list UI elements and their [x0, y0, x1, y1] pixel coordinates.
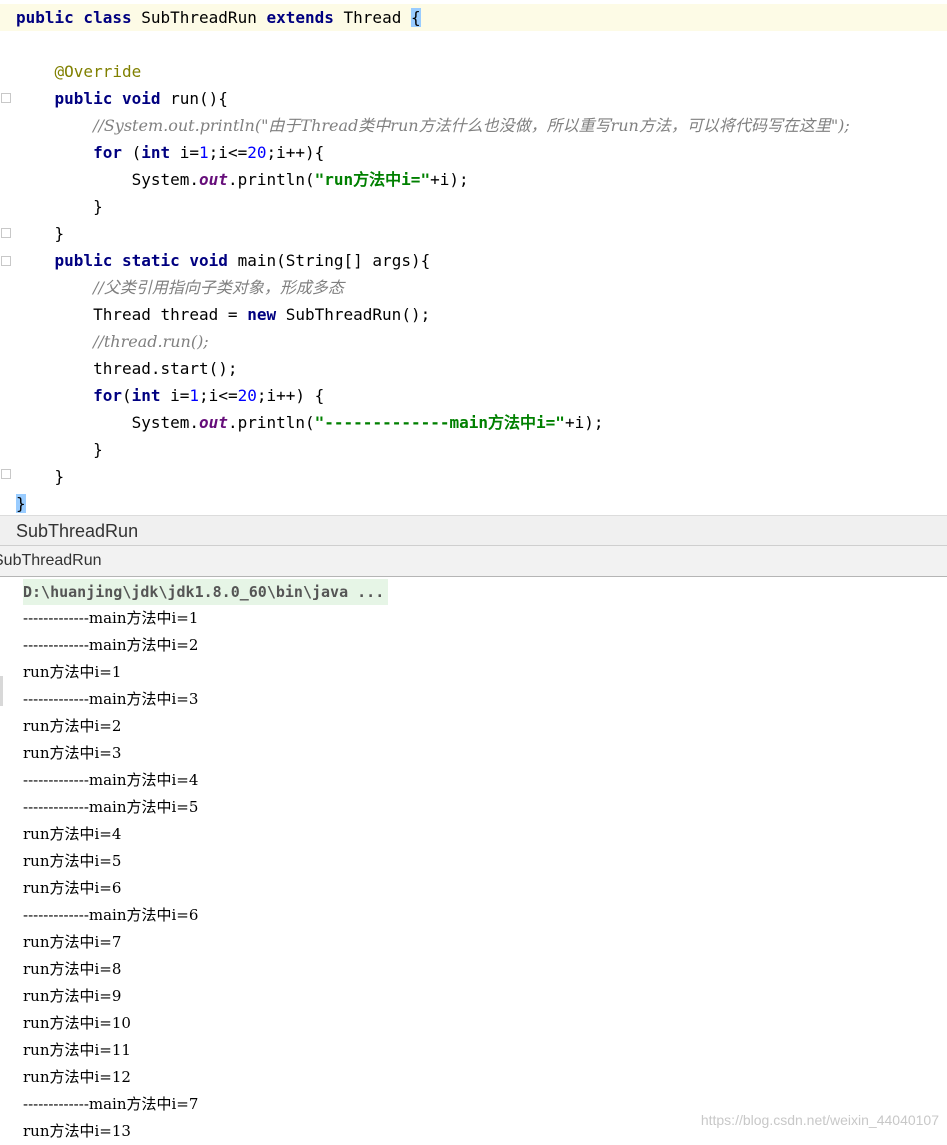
code-lines[interactable]: public class SubThreadRun extends Thread… [0, 4, 947, 517]
console-output-line: run方法中i=10 [23, 1014, 131, 1032]
code-line: //System.out.println("由于Thread类中run方法什么也… [93, 116, 850, 135]
code-line: //thread.run(); [93, 332, 209, 351]
console-output-line: run方法中i=2 [23, 717, 122, 735]
run-tab-label: SubThreadRun [0, 552, 102, 569]
code-line: public void run(){ [54, 89, 228, 108]
code-line: for(int i=1;i<=20;i++) { [93, 386, 325, 405]
editor-gutter [0, 0, 14, 515]
console-output-line: -------------main方法中i=6 [23, 906, 199, 924]
console-output-line: -------------main方法中i=3 [23, 690, 199, 708]
console-marker [0, 676, 3, 706]
run-console[interactable]: D:\huanjing\jdk\jdk1.8.0_60\bin\java ...… [0, 577, 947, 1140]
class-name: SubThreadRun [141, 8, 267, 27]
editor-breadcrumb-tab[interactable]: SubThreadRun [0, 515, 947, 545]
console-output-line: -------------main方法中i=2 [23, 636, 199, 654]
code-line: } [16, 467, 65, 486]
console-command-line: D:\huanjing\jdk\jdk1.8.0_60\bin\java ... [23, 579, 389, 605]
run-tab[interactable]: SubThreadRun [0, 545, 947, 577]
console-output-line: run方法中i=4 [23, 825, 122, 843]
console-output-line: run方法中i=8 [23, 960, 122, 978]
code-line: } [16, 440, 103, 459]
console-output-line: run方法中i=6 [23, 879, 122, 897]
code-line: thread.start(); [16, 359, 238, 378]
console-output-line: -------------main方法中i=7 [23, 1095, 199, 1113]
code-line: for (int i=1;i<=20;i++){ [93, 143, 325, 162]
code-line: public static void main(String[] args){ [54, 251, 431, 270]
fold-toggle-icon[interactable] [1, 469, 11, 479]
console-output-line: run方法中i=5 [23, 852, 122, 870]
console-output-line: run方法中i=1 [23, 663, 122, 681]
code-line: } [16, 224, 65, 243]
watermark: https://blog.csdn.net/weixin_44040107 [700, 1112, 939, 1128]
console-output-line: run方法中i=11 [23, 1041, 131, 1059]
console-output-line: -------------main方法中i=4 [23, 771, 199, 789]
console-output-line: run方法中i=7 [23, 933, 122, 951]
code-line: } [16, 197, 103, 216]
fold-toggle-icon[interactable] [1, 228, 11, 238]
console-output-line: run方法中i=12 [23, 1068, 131, 1086]
code-line: Thread thread = new SubThreadRun(); [16, 305, 431, 324]
code-line: @Override [54, 62, 142, 81]
console-output-line: -------------main方法中i=5 [23, 798, 199, 816]
console-gutter [0, 577, 8, 1138]
code-line: } [16, 494, 26, 513]
fold-toggle-icon[interactable] [1, 256, 11, 266]
console-output: D:\huanjing\jdk\jdk1.8.0_60\bin\java ...… [23, 578, 389, 1145]
code-line: public class SubThreadRun extends Thread… [0, 4, 947, 31]
code-line: //父类引用指向子类对象，形成多态 [93, 278, 344, 297]
code-line: System.out.println("-------------main方法中… [16, 413, 604, 432]
console-output-line: run方法中i=9 [23, 987, 122, 1005]
console-output-line: run方法中i=3 [23, 744, 122, 762]
fold-toggle-icon[interactable] [1, 93, 11, 103]
code-editor[interactable]: public class SubThreadRun extends Thread… [0, 0, 947, 515]
code-line: System.out.println("run方法中i="+i); [16, 170, 469, 189]
console-output-line: -------------main方法中i=1 [23, 609, 199, 627]
console-output-line: run方法中i=13 [23, 1122, 131, 1140]
editor-tab-label: SubThreadRun [16, 521, 139, 541]
